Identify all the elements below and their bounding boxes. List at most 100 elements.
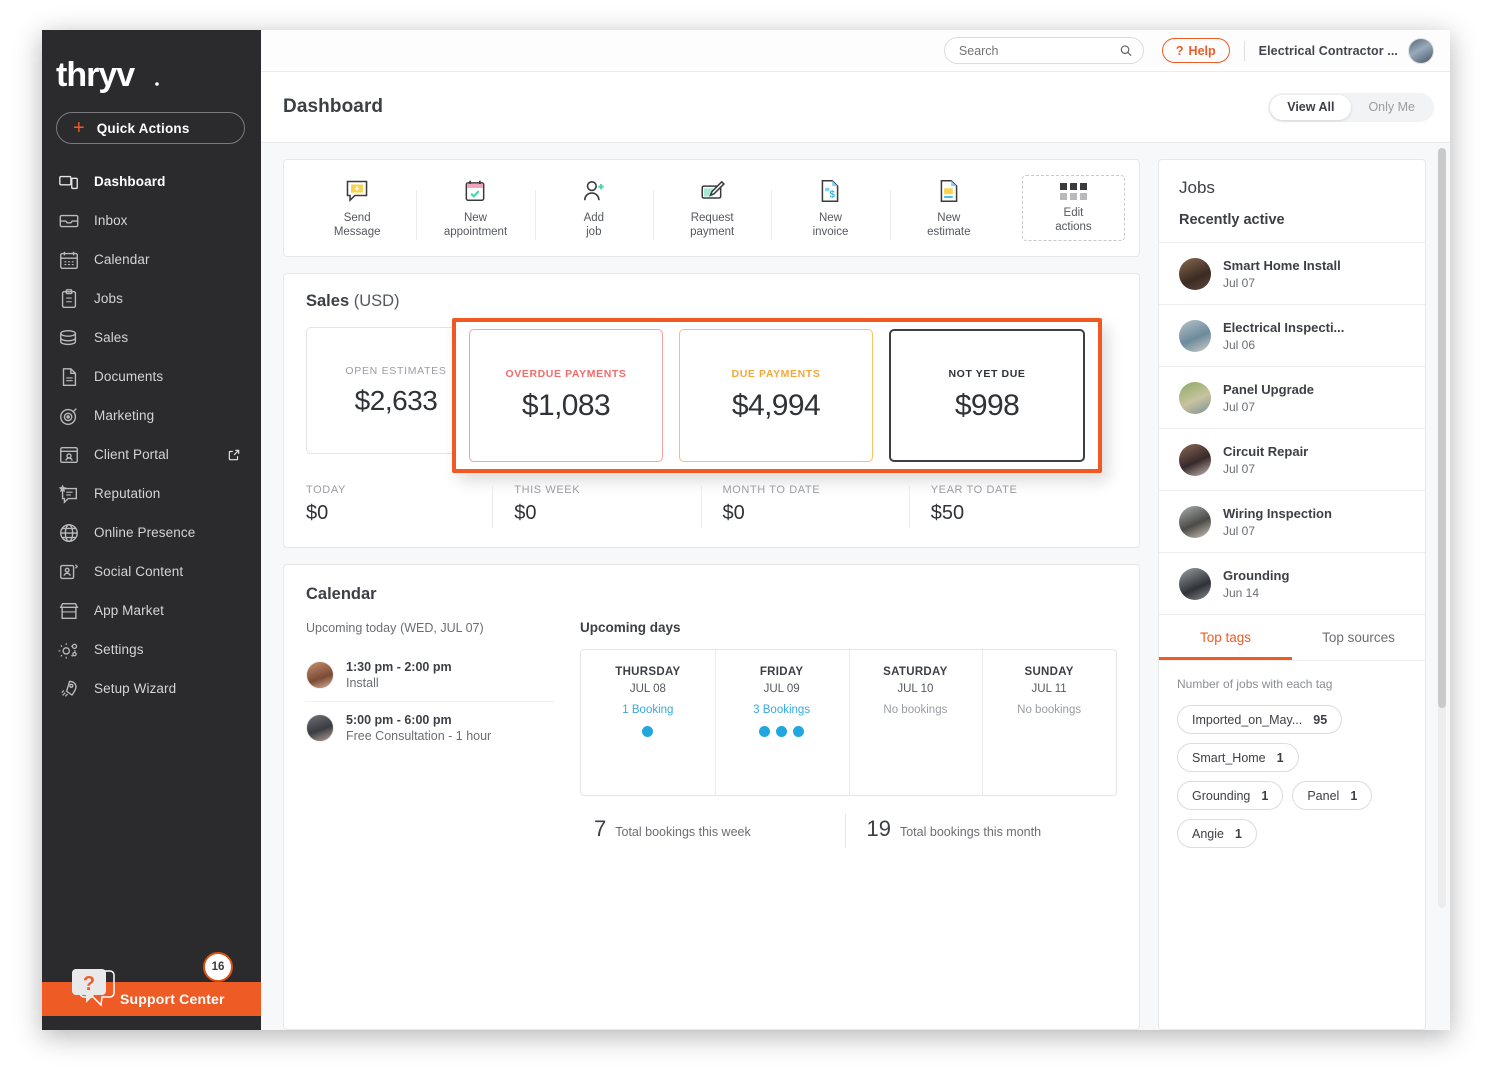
day-name: SATURDAY	[883, 666, 948, 678]
job-list-item[interactable]: Smart Home Install Jul 07	[1159, 242, 1425, 304]
tag-chip[interactable]: Angie 1	[1177, 819, 1257, 848]
day-column-sunday[interactable]: SUNDAY JUL 11 No bookings	[982, 650, 1116, 795]
day-column-thursday[interactable]: THURSDAY JUL 08 1 Booking	[581, 650, 715, 795]
edit-actions-button[interactable]: Edit actions	[1021, 175, 1125, 241]
sidebar-item-jobs[interactable]: Jobs	[42, 279, 261, 318]
due-payments-label: DUE PAYMENTS	[731, 368, 821, 380]
due-payments-card[interactable]: DUE PAYMENTS $4,994	[679, 329, 873, 462]
svg-text:$: $	[830, 189, 836, 200]
sidebar-item-social-content[interactable]: Social Content	[42, 552, 261, 591]
sidebar-item-app-market[interactable]: App Market	[42, 591, 261, 630]
search-box[interactable]	[943, 37, 1144, 64]
sidebar-item-dashboard[interactable]: Dashboard	[42, 162, 261, 201]
day-bookings[interactable]: 3 Bookings	[753, 704, 810, 716]
tab-top-sources[interactable]: Top sources	[1292, 615, 1425, 660]
quick-action-new-estimate[interactable]: New estimate	[889, 178, 1008, 240]
account-name[interactable]: Electrical Contractor ...	[1259, 44, 1398, 58]
not-yet-due-label: NOT YET DUE	[948, 368, 1026, 380]
tag-chip[interactable]: Smart_Home 1	[1177, 743, 1299, 772]
sidebar-item-label: Settings	[94, 642, 144, 657]
day-date: JUL 09	[763, 683, 800, 695]
job-list-item[interactable]: Panel Upgrade Jul 07	[1159, 366, 1425, 428]
day-bookings[interactable]: 1 Booking	[622, 704, 673, 716]
scrollbar-thumb[interactable]	[1438, 148, 1446, 708]
appointment-item[interactable]: 5:00 pm - 6:00 pm Free Consultation - 1 …	[306, 701, 554, 754]
review-icon	[58, 484, 78, 504]
sales-card: Sales (USD) OPEN ESTIMATES $2,633 OVERDU…	[283, 273, 1140, 548]
view-all-button[interactable]: View All	[1270, 94, 1352, 120]
support-center-bar[interactable]: ? Support Center 16	[42, 952, 261, 1016]
only-me-button[interactable]: Only Me	[1351, 95, 1432, 120]
qa-label-line2: estimate	[927, 225, 971, 238]
tab-top-tags[interactable]: Top tags	[1159, 615, 1292, 660]
help-button[interactable]: ? Help	[1161, 38, 1230, 63]
total-bookings-month: 19 Total bookings this month	[844, 814, 1118, 848]
overdue-payments-value: $1,083	[521, 389, 611, 422]
tag-name: Grounding	[1192, 788, 1251, 803]
tag-name: Panel	[1307, 788, 1340, 803]
sidebar-item-documents[interactable]: Documents	[42, 357, 261, 396]
day-column-saturday[interactable]: SATURDAY JUL 10 No bookings	[848, 650, 983, 795]
quick-action-send-message[interactable]: Send Message	[298, 178, 416, 239]
open-estimates-label: OPEN ESTIMATES	[345, 364, 447, 377]
sidebar-item-online-presence[interactable]: Online Presence	[42, 513, 261, 552]
sidebar-item-calendar[interactable]: Calendar	[42, 240, 261, 279]
user-plus-icon	[583, 180, 604, 200]
upcoming-today-label: Upcoming today	[306, 621, 397, 635]
job-list-item[interactable]: Wiring Inspection Jul 07	[1159, 490, 1425, 552]
upcoming-today-heading: Upcoming today (WED, JUL 07)	[306, 620, 554, 635]
search-input[interactable]	[958, 43, 1120, 58]
plus-icon: +	[73, 117, 85, 139]
support-center-label: Support Center	[120, 991, 225, 1007]
calendar-title: Calendar	[306, 585, 377, 603]
sidebar-item-sales[interactable]: Sales	[42, 318, 261, 357]
thryv-logo[interactable]: thryv	[42, 30, 261, 104]
quick-actions-button[interactable]: + Quick Actions	[56, 112, 245, 144]
page-header: Dashboard View All Only Me	[261, 72, 1450, 143]
avatar	[1179, 505, 1211, 538]
tag-chip[interactable]: Imported_on_May... 95	[1177, 705, 1343, 734]
not-yet-due-card[interactable]: NOT YET DUE $998	[889, 329, 1085, 462]
appointment-desc: Free Consultation - 1 hour	[346, 729, 492, 743]
appointment-item[interactable]: 1:30 pm - 2:00 pm Install	[306, 649, 554, 701]
quick-action-request-payment[interactable]: Request payment	[652, 178, 771, 240]
sidebar-item-marketing[interactable]: Marketing	[42, 396, 261, 435]
job-list-item[interactable]: Electrical Inspecti... Jul 06	[1159, 304, 1425, 366]
sidebar-item-settings[interactable]: Settings	[42, 630, 261, 669]
total-label: Total bookings this week	[615, 825, 751, 839]
quick-action-add-job[interactable]: Add job	[534, 178, 653, 240]
app-window: thryv + Quick Actions Dashboard Inbox Ca…	[42, 30, 1450, 1030]
dashboard-icon	[59, 175, 78, 189]
sales-currency-note: (USD)	[353, 292, 400, 310]
sidebar-item-setup-wizard[interactable]: Setup Wizard	[42, 669, 261, 708]
search-icon[interactable]	[1119, 43, 1133, 58]
overdue-payments-card[interactable]: OVERDUE PAYMENTS $1,083	[469, 329, 663, 462]
main-area: ? Help Electrical Contractor ... Dashboa…	[261, 30, 1450, 1030]
day-name: SUNDAY	[1024, 666, 1074, 678]
tag-count: 1	[1261, 788, 1269, 803]
quick-action-strip: Send Message New appointment Add job Reques…	[283, 159, 1140, 257]
thryv-logo-icon: thryv	[56, 56, 159, 94]
sidebar-item-label: Inbox	[94, 213, 128, 228]
stat-label: MONTH TO DATE	[722, 484, 821, 496]
avatar[interactable]	[1408, 37, 1434, 64]
day-column-friday[interactable]: FRIDAY JUL 09 3 Bookings	[714, 650, 849, 795]
grid-dots-icon	[1059, 182, 1087, 200]
sidebar-item-inbox[interactable]: Inbox	[42, 201, 261, 240]
edit-label-line1: Edit	[1063, 206, 1084, 219]
quick-action-new-invoice[interactable]: $ New invoice	[771, 178, 889, 240]
quick-action-new-appointment[interactable]: New appointment	[416, 178, 534, 240]
job-list-item[interactable]: Grounding Jun 14	[1159, 552, 1425, 614]
qa-label-line1: New	[463, 211, 487, 224]
job-list-item[interactable]: Circuit Repair Jul 07	[1159, 428, 1425, 490]
vertical-scrollbar[interactable]	[1438, 148, 1446, 908]
tag-chip[interactable]: Panel 1	[1292, 781, 1373, 810]
external-link-icon[interactable]	[227, 448, 241, 462]
sidebar-item-client-portal[interactable]: Client Portal	[42, 435, 261, 474]
job-date: Jul 07	[1223, 523, 1256, 538]
left-column: Send Message New appointment Add job Reques…	[283, 159, 1140, 1030]
tag-chip[interactable]: Grounding 1	[1177, 781, 1284, 810]
store-icon	[59, 602, 79, 619]
tag-count: 1	[1276, 750, 1284, 765]
sidebar-item-reputation[interactable]: Reputation	[42, 474, 261, 513]
